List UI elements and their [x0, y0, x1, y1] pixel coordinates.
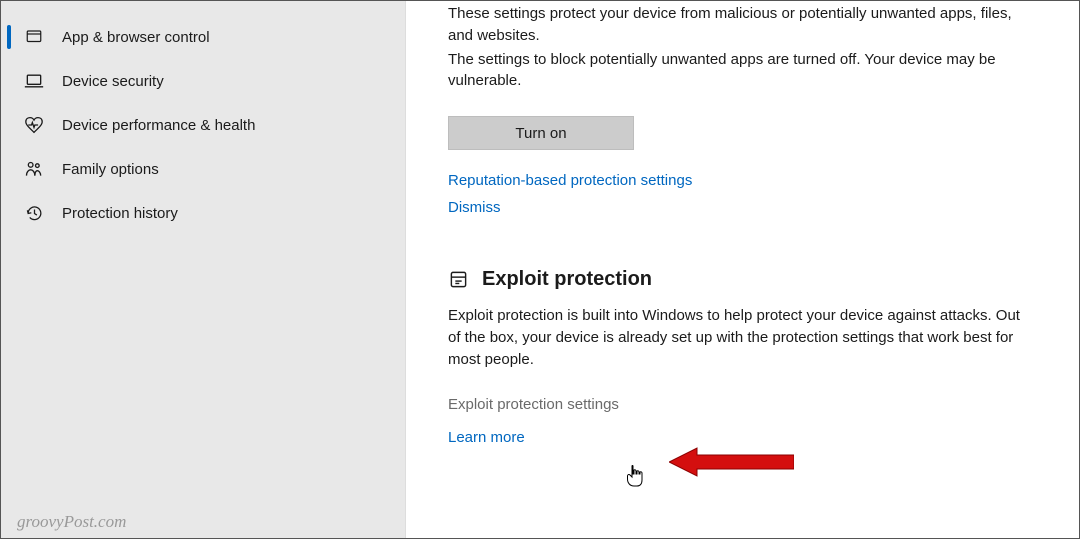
sidebar: App & browser control Device security De… — [1, 1, 406, 538]
sidebar-item-device-security[interactable]: Device security — [1, 59, 405, 103]
reputation-para2: The settings to block potentially unwant… — [448, 49, 1028, 93]
learn-more-link[interactable]: Learn more — [448, 429, 525, 446]
sidebar-item-device-performance[interactable]: Device performance & health — [1, 103, 405, 147]
exploit-icon — [448, 270, 468, 290]
sidebar-item-family-options[interactable]: Family options — [1, 147, 405, 191]
laptop-icon — [24, 71, 44, 91]
main-content: These settings protect your device from … — [406, 1, 1079, 538]
turn-on-button[interactable]: Turn on — [448, 116, 634, 150]
reputation-settings-link[interactable]: Reputation-based protection settings — [448, 172, 692, 189]
sidebar-item-label: Protection history — [62, 205, 178, 222]
reputation-description: These settings protect your device from … — [448, 3, 1028, 92]
exploit-description: Exploit protection is built into Windows… — [448, 305, 1028, 370]
exploit-settings-link[interactable]: Exploit protection settings — [448, 396, 619, 413]
reputation-para1: These settings protect your device from … — [448, 3, 1028, 47]
sidebar-item-app-browser-control[interactable]: App & browser control — [1, 15, 405, 59]
sidebar-item-label: Device performance & health — [62, 117, 255, 134]
history-icon — [24, 203, 44, 223]
sidebar-item-label: Family options — [62, 161, 159, 178]
dismiss-link[interactable]: Dismiss — [448, 199, 501, 216]
family-icon — [24, 159, 44, 179]
watermark: groovyPost.com — [17, 512, 126, 532]
exploit-section-header: Exploit protection — [448, 268, 1039, 291]
exploit-title: Exploit protection — [482, 268, 652, 291]
sidebar-item-protection-history[interactable]: Protection history — [1, 191, 405, 235]
app-browser-icon — [24, 27, 44, 47]
heartbeat-icon — [24, 115, 44, 135]
sidebar-item-label: Device security — [62, 73, 164, 90]
sidebar-item-label: App & browser control — [62, 29, 210, 46]
